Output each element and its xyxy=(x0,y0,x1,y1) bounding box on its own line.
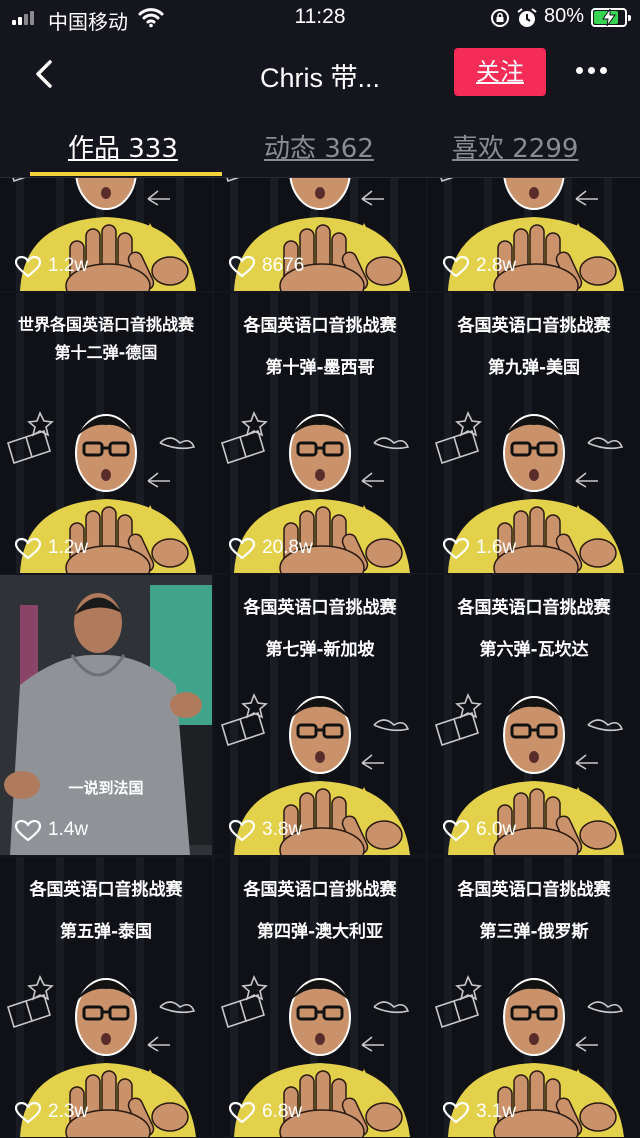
video-frame-image xyxy=(0,575,212,855)
video-thumbnail[interactable]: 各国英语口音挑战赛 第三弹-俄罗斯 3.1w xyxy=(428,857,640,1137)
video-title: 世界各国英语口音挑战赛 xyxy=(17,315,194,334)
rotation-lock-icon xyxy=(491,9,509,27)
like-count-value: 2.3w xyxy=(48,1101,89,1122)
heart-outline-icon xyxy=(15,820,41,842)
heart-outline-icon xyxy=(229,1102,255,1124)
video-thumbnail[interactable]: 8676 xyxy=(214,178,426,291)
alarm-clock-icon xyxy=(517,8,537,27)
video-title: 各国英语口音挑战赛 xyxy=(243,598,397,618)
heart-outline-icon xyxy=(443,820,469,842)
battery-percent: 80% xyxy=(544,5,585,27)
heart-outline-icon xyxy=(15,1102,41,1124)
tab-indicator xyxy=(30,172,222,176)
heart-outline-icon xyxy=(443,256,469,278)
video-subtitle: 第六弹-瓦坎达 xyxy=(479,640,589,660)
nav-bar: Chris 带... 关注 xyxy=(0,36,640,112)
video-frame-image xyxy=(0,293,212,573)
more-dots-icon[interactable] xyxy=(574,60,610,84)
video-grid: 1.2w 8676 2.8w 世界各国英语口音挑战赛 第十二弹-德国 1.2w … xyxy=(0,178,640,1138)
video-subtitle: 第七弹-新加坡 xyxy=(265,640,375,660)
heart-outline-icon xyxy=(229,256,255,278)
heart-outline-icon xyxy=(15,538,41,560)
video-subtitle: 第九弹-美国 xyxy=(487,358,581,378)
video-thumbnail[interactable]: 2.8w xyxy=(428,178,640,291)
status-bar: 中国移动 11:28 80% xyxy=(0,0,640,36)
like-count-value: 2.8w xyxy=(476,255,517,276)
heart-outline-icon xyxy=(229,538,255,560)
page-title: Chris 带... xyxy=(259,63,380,93)
like-count-value: 8676 xyxy=(262,255,305,276)
like-count-value: 1.2w xyxy=(48,537,89,558)
battery-icon xyxy=(591,8,631,27)
video-title: 各国英语口音挑战赛 xyxy=(457,880,611,900)
like-count-value: 1.2w xyxy=(48,255,89,276)
tab-moments[interactable]: 动态 362 xyxy=(264,128,374,165)
video-title: 各国英语口音挑战赛 xyxy=(457,598,611,618)
video-thumbnail[interactable]: 各国英语口音挑战赛 第五弹-泰国 2.3w xyxy=(0,857,212,1137)
like-count-value: 1.4w xyxy=(48,819,89,840)
video-thumbnail[interactable]: 各国英语口音挑战赛 第七弹-新加坡 3.8w xyxy=(214,575,426,855)
video-thumbnail[interactable]: 各国英语口音挑战赛 第十弹-墨西哥 20.8w xyxy=(214,293,426,573)
follow-button[interactable]: 关注 xyxy=(454,48,546,96)
heart-outline-icon xyxy=(443,538,469,560)
heart-outline-icon xyxy=(229,820,255,842)
like-count-value: 20.8w xyxy=(262,537,313,558)
like-count-value: 6.0w xyxy=(476,819,517,840)
video-subtitle: 第五弹-泰国 xyxy=(59,922,153,942)
like-count-value: 1.6w xyxy=(476,537,517,558)
video-title: 各国英语口音挑战赛 xyxy=(29,880,183,900)
video-thumbnail[interactable]: 各国英语口音挑战赛 第九弹-美国 1.6w xyxy=(428,293,640,573)
heart-outline-icon xyxy=(15,256,41,278)
video-subtitle: 第三弹-俄罗斯 xyxy=(479,922,589,942)
video-thumbnail[interactable]: 各国英语口音挑战赛 第六弹-瓦坎达 6.0w xyxy=(428,575,640,855)
video-subtitle: 第十二弹-德国 xyxy=(54,343,158,362)
tab-works[interactable]: 作品 333 xyxy=(68,128,178,165)
like-count-value: 3.1w xyxy=(476,1101,517,1122)
video-subtitle: 第十弹-墨西哥 xyxy=(265,358,375,378)
chevron-left-icon[interactable] xyxy=(24,54,64,94)
video-thumbnail[interactable]: 1.2w xyxy=(0,178,212,291)
like-count-value: 6.8w xyxy=(262,1101,303,1122)
video-thumbnail[interactable]: 各国英语口音挑战赛 第四弹-澳大利亚 6.8w xyxy=(214,857,426,1137)
profile-tabs: 作品 333 动态 362 喜欢 2299 xyxy=(0,112,640,178)
video-subtitle: 第四弹-澳大利亚 xyxy=(256,922,384,942)
video-title: 各国英语口音挑战赛 xyxy=(243,880,397,900)
tab-likes[interactable]: 喜欢 2299 xyxy=(452,128,578,165)
video-thumbnail[interactable]: 世界各国英语口音挑战赛 第十二弹-德国 1.2w xyxy=(0,293,212,573)
heart-outline-icon xyxy=(443,1102,469,1124)
video-title: 各国英语口音挑战赛 xyxy=(457,316,611,336)
video-thumbnail[interactable]: 一说到法国 1.4w xyxy=(0,575,212,855)
video-title: 各国英语口音挑战赛 xyxy=(243,316,397,336)
video-caption: 一说到法国 xyxy=(68,779,144,797)
like-count-value: 3.8w xyxy=(262,819,303,840)
